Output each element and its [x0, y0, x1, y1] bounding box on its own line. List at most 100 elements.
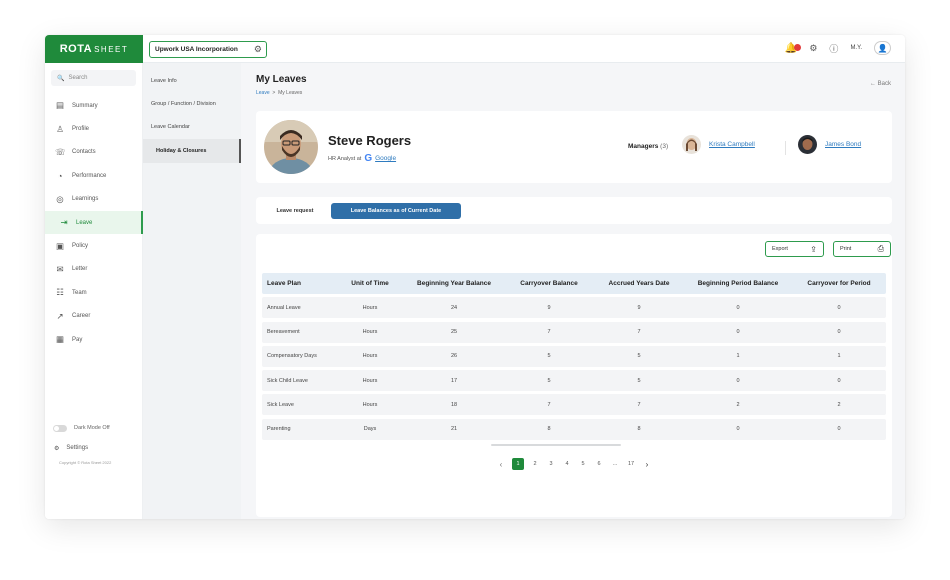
brand-suffix: SHEET	[94, 44, 129, 54]
sidebar-item-learnings[interactable]: ◎ Learnings	[45, 188, 142, 211]
page-button[interactable]: 3	[546, 458, 556, 470]
user-initials: M.Y.	[850, 45, 862, 51]
company-selector[interactable]: Upwork USA Incorporation ⚙	[149, 41, 267, 58]
back-link[interactable]: ← Back	[870, 81, 891, 87]
manager-name[interactable]: James Bond	[825, 141, 861, 148]
team-icon: ☷	[56, 287, 64, 298]
top-icons: 🔔 ⚙ ⓘ M.Y. 👤	[785, 41, 891, 55]
submenu-item-group[interactable]: Group / Function / Division	[143, 92, 241, 115]
table-cell: 0	[837, 304, 841, 311]
sidebar-item-policy[interactable]: ▣ Policy	[45, 234, 142, 257]
chevron-left-icon[interactable]: ‹	[496, 458, 506, 470]
tab-leave-request[interactable]: Leave request	[264, 203, 326, 219]
sidebar-item-leave[interactable]: ⇥ Leave	[45, 210, 143, 235]
table-cell: Hours	[362, 353, 378, 360]
gear-icon[interactable]: ⚙	[254, 44, 262, 55]
sidebar-item-team[interactable]: ☷ Team	[45, 281, 142, 304]
upload-icon: ⇪	[810, 244, 817, 254]
sidebar-item-performance[interactable]: ◔ Performance	[45, 164, 142, 187]
column-header[interactable]: Beginning Period Balance	[684, 280, 792, 287]
sidebar-item-letter[interactable]: ✉ Letter	[45, 258, 142, 281]
company-link[interactable]: Google	[375, 155, 396, 162]
column-header[interactable]: Unit of Time	[336, 280, 404, 287]
manager-avatar	[682, 135, 701, 154]
settings-link[interactable]: ⚙ Settings	[45, 438, 143, 458]
letter-icon: ✉	[56, 263, 64, 274]
gear-icon[interactable]: ⚙	[809, 43, 817, 54]
table-cell: 0	[736, 329, 740, 336]
table-row[interactable]: Parenting Days 21 8 8 0 0	[262, 418, 886, 440]
printer-icon: ⎙	[877, 244, 884, 253]
table-cell: 5	[547, 353, 551, 360]
table-body: Annual Leave Hours 24 9 9 0 0 Bereavement Hours 2…	[262, 297, 886, 440]
table-cell: 7	[637, 329, 641, 336]
sidebar-item-contacts[interactable]: ☏ Contacts	[45, 141, 142, 164]
breadcrumb-current: My Leaves	[278, 90, 303, 96]
leave-icon: ⇥	[60, 217, 68, 228]
page-button[interactable]: 17	[626, 458, 636, 470]
sidebar-item-label: Learnings	[72, 196, 99, 203]
sidebar-item-label: Leave	[76, 219, 93, 226]
horizontal-scrollbar[interactable]	[491, 444, 621, 446]
manager-item[interactable]: James Bond	[798, 135, 861, 154]
submenu-item-leave-calendar[interactable]: Leave Calendar	[143, 116, 241, 139]
breadcrumb-root[interactable]: Leave	[256, 90, 270, 96]
bell-icon[interactable]: 🔔	[785, 43, 802, 54]
column-header[interactable]: Beginning Year Balance	[404, 280, 504, 287]
column-header[interactable]: Accrued Years Date	[594, 280, 684, 287]
print-button[interactable]: Print ⎙	[833, 241, 891, 257]
dark-mode-toggle[interactable]: Dark Mode Off	[45, 418, 143, 438]
table-cell: 0	[736, 304, 740, 311]
policy-icon: ▣	[55, 240, 65, 251]
page-button[interactable]: 5	[578, 458, 588, 470]
page-button[interactable]: 6	[594, 458, 604, 470]
table-cell: Parenting	[267, 426, 291, 433]
toggle-switch[interactable]	[53, 424, 67, 432]
sidebar-item-summary[interactable]: ▤ Summary	[45, 94, 142, 117]
brand-name: ROTA	[59, 43, 93, 55]
chevron-right-icon[interactable]: ›	[642, 458, 652, 470]
column-header[interactable]: Carryover for Period	[792, 280, 886, 287]
table-row[interactable]: Sick Leave Hours 18 7 7 2 2	[262, 394, 886, 416]
table-row[interactable]: Annual Leave Hours 24 9 9 0 0	[262, 297, 886, 319]
tab-leave-balances[interactable]: Leave Balances as of Current Date	[331, 203, 461, 219]
leave-balance-table: Leave Plan Unit of Time Beginning Year B…	[262, 273, 886, 440]
managers-label: Managers (3)	[628, 143, 668, 150]
page-button[interactable]: 4	[562, 458, 572, 470]
submenu-item-leave-info[interactable]: Leave Info	[143, 69, 241, 92]
notification-dot	[794, 43, 802, 51]
table-cell: 25	[450, 329, 458, 336]
page-button[interactable]: 2	[530, 458, 540, 470]
export-button[interactable]: Export ⇪	[765, 241, 824, 257]
manager-item[interactable]: Krista Campbell	[682, 135, 755, 154]
help-icon[interactable]: ⓘ	[829, 42, 838, 55]
search-placeholder: Search	[68, 75, 88, 81]
table-row[interactable]: Sick Child Leave Hours 17 5 5 0 0	[262, 370, 886, 392]
submenu-item-holiday[interactable]: Holiday & Closures	[143, 139, 241, 163]
table-cell: 9	[637, 304, 641, 311]
page-button[interactable]: 1	[512, 458, 524, 470]
column-header[interactable]: Leave Plan	[262, 280, 336, 287]
user-icon[interactable]: 👤	[874, 41, 891, 55]
table-row[interactable]: Compensatory Days Hours 26 5 5 1 1	[262, 345, 886, 367]
manager-name[interactable]: Krista Campbell	[709, 141, 755, 148]
table-cell: Bereavement	[267, 329, 300, 336]
breadcrumb-separator: >	[272, 90, 276, 96]
contacts-icon: ☏	[55, 146, 66, 157]
company-name: Upwork USA Incorporation	[155, 46, 238, 53]
brand-logo[interactable]: ROTA SHEET	[45, 35, 143, 63]
profile-icon: ♙	[56, 123, 64, 134]
sidebar-item-label: Letter	[72, 266, 88, 273]
table-cell: 2	[837, 401, 841, 408]
table-cell: Hours	[362, 401, 378, 408]
sidebar-item-career[interactable]: ↗ Career	[45, 305, 142, 328]
column-header[interactable]: Carryover Balance	[504, 280, 594, 287]
table-cell: 7	[547, 401, 551, 408]
table-row[interactable]: Bereavement Hours 25 7 7 0 0	[262, 321, 886, 343]
sidebar-item-pay[interactable]: ▦ Pay	[45, 328, 142, 351]
sidebar-item-profile[interactable]: ♙ Profile	[45, 117, 142, 140]
app-window: ROTA SHEET Upwork USA Incorporation ⚙ 🔔 …	[45, 35, 905, 519]
settings-label: Settings	[66, 445, 89, 451]
search-input[interactable]: 🔍 Search	[51, 70, 136, 86]
sidebar-item-label: Policy	[72, 243, 89, 250]
